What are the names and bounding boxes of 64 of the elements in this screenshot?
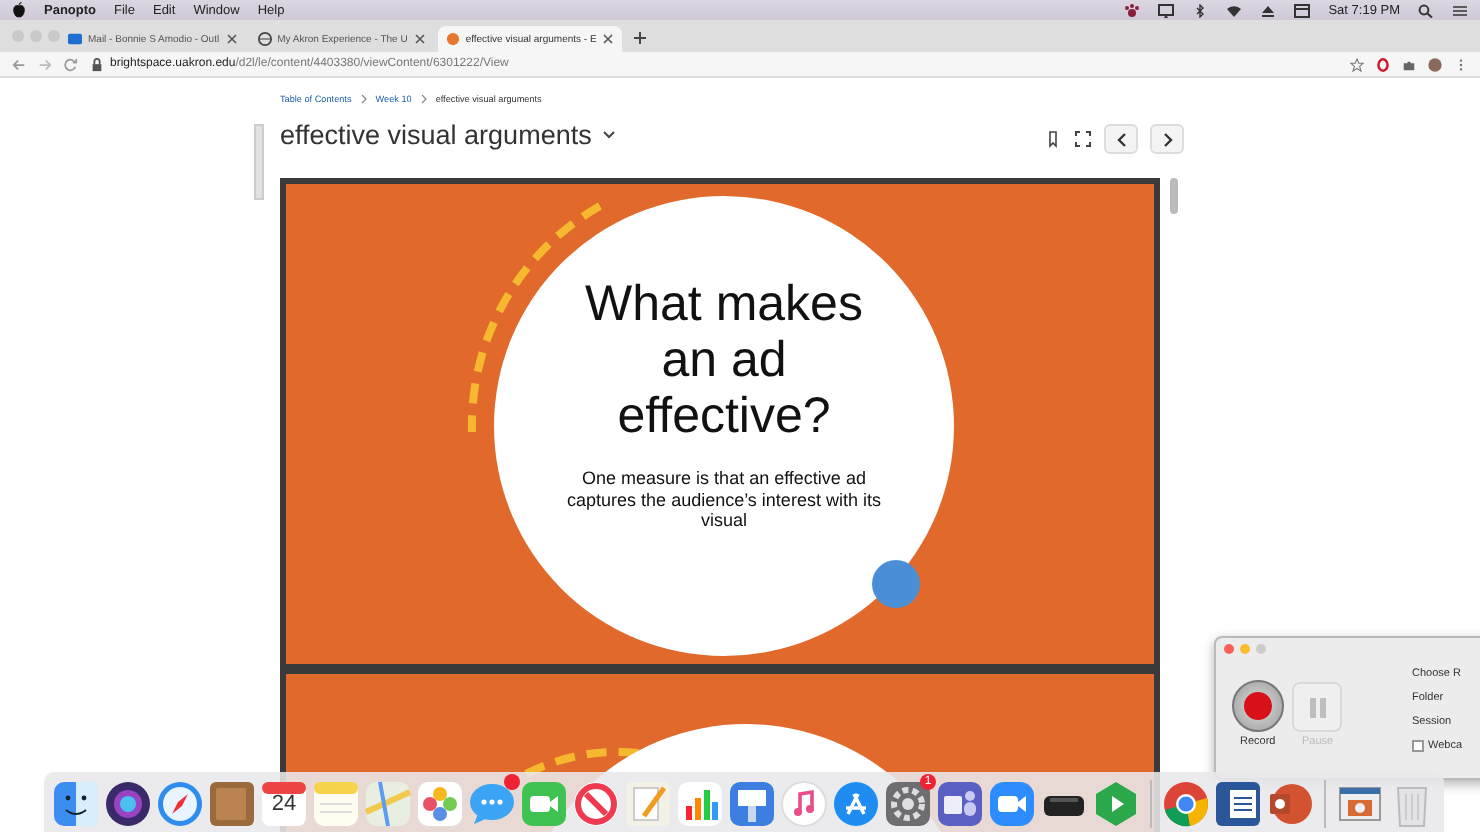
scrollbar[interactable] bbox=[1170, 178, 1178, 214]
smiley-icon[interactable] bbox=[52, 780, 100, 828]
chevron-left-icon bbox=[1115, 131, 1127, 147]
slide-text: One measure is that an effective ad captures the audience’s interest with its visual bbox=[565, 467, 883, 533]
previous-button[interactable] bbox=[1104, 124, 1138, 154]
eject-icon[interactable] bbox=[1260, 3, 1277, 17]
chat-bubble-icon[interactable] bbox=[468, 780, 516, 828]
next-button[interactable] bbox=[1150, 124, 1184, 154]
video-camera-icon[interactable] bbox=[520, 780, 568, 828]
notebook-icon[interactable] bbox=[208, 780, 256, 828]
close-icon[interactable] bbox=[602, 32, 615, 46]
circle-icon bbox=[445, 32, 460, 46]
sidebar-handle[interactable] bbox=[254, 124, 264, 200]
apple-logo-icon[interactable] bbox=[12, 2, 26, 18]
pause-icon bbox=[1307, 695, 1327, 719]
document-icon[interactable] bbox=[1214, 780, 1262, 828]
record-button[interactable] bbox=[1232, 680, 1284, 732]
calendar-icon[interactable] bbox=[260, 780, 308, 828]
list-icon[interactable] bbox=[1452, 3, 1468, 17]
reload-icon[interactable] bbox=[64, 57, 78, 71]
search-icon[interactable] bbox=[1418, 3, 1434, 17]
page-title: effective visual arguments bbox=[280, 120, 592, 150]
more-icon[interactable] bbox=[1454, 57, 1468, 71]
paw-icon[interactable] bbox=[1124, 3, 1141, 17]
wifi-icon[interactable] bbox=[1226, 3, 1243, 17]
dropdown-icon[interactable] bbox=[601, 130, 616, 140]
window-icon[interactable] bbox=[1294, 3, 1311, 17]
bluetooth-icon[interactable] bbox=[1192, 3, 1209, 17]
pencil-paper-icon[interactable] bbox=[624, 780, 672, 828]
music-note-icon[interactable] bbox=[780, 780, 828, 828]
new-tab-icon[interactable] bbox=[632, 30, 649, 46]
slide-title: What makes an ad effective? bbox=[583, 275, 865, 444]
chevron-icon bbox=[359, 94, 368, 104]
mail-icon bbox=[68, 32, 82, 46]
puzzle-icon[interactable] bbox=[1402, 57, 1416, 71]
flower-icon[interactable] bbox=[416, 780, 464, 828]
close-icon[interactable] bbox=[413, 32, 426, 46]
gear-icon[interactable] bbox=[884, 780, 932, 828]
star-icon[interactable] bbox=[1350, 57, 1364, 71]
calendar-date: 24 bbox=[269, 792, 299, 816]
bookmark-icon[interactable] bbox=[1044, 130, 1062, 148]
circle-ring-icon[interactable] bbox=[1162, 780, 1210, 828]
close-button[interactable] bbox=[1224, 644, 1234, 654]
dot-marker bbox=[872, 560, 920, 608]
orb-icon[interactable] bbox=[104, 780, 152, 828]
close-icon[interactable] bbox=[225, 32, 238, 46]
ring-icon[interactable] bbox=[1376, 57, 1390, 71]
compass-icon[interactable] bbox=[156, 780, 204, 828]
lock-icon[interactable] bbox=[90, 57, 104, 71]
chevron-right-icon bbox=[1161, 131, 1173, 147]
presentation-icon[interactable] bbox=[1266, 780, 1314, 828]
back-icon[interactable] bbox=[12, 57, 26, 71]
chevron-icon bbox=[419, 94, 428, 104]
notification-badge bbox=[504, 774, 520, 790]
podium-icon[interactable] bbox=[728, 780, 776, 828]
fullscreen-icon[interactable] bbox=[1074, 130, 1092, 148]
people-icon[interactable] bbox=[936, 780, 984, 828]
display-icon[interactable] bbox=[1158, 3, 1175, 17]
avatar-icon[interactable] bbox=[1428, 57, 1442, 71]
webcam-checkbox[interactable] bbox=[1412, 740, 1424, 752]
app-store-icon[interactable] bbox=[832, 780, 880, 828]
globe-icon bbox=[257, 32, 272, 46]
map-icon[interactable] bbox=[364, 780, 412, 828]
bar-chart-icon[interactable] bbox=[676, 780, 724, 828]
